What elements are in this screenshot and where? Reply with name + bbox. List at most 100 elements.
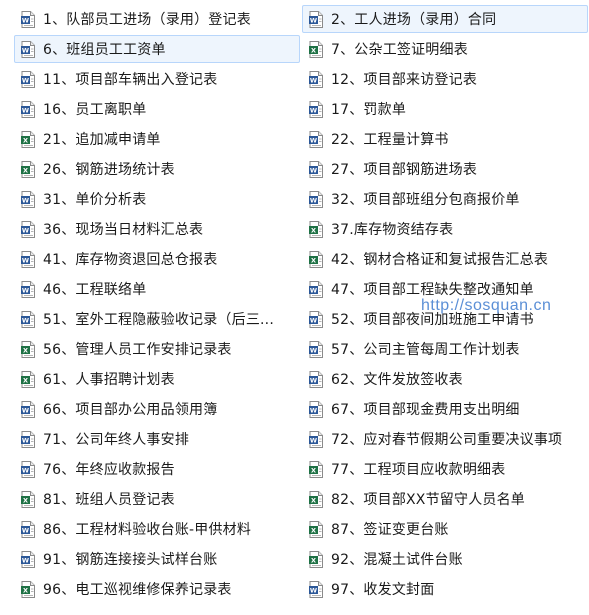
- file-item[interactable]: W 86、工程材料验收台账-甲供材料: [14, 515, 300, 543]
- word-file-icon: W: [309, 310, 323, 328]
- file-item[interactable]: X 77、工程项目应收款明细表: [302, 455, 588, 483]
- file-item[interactable]: W 36、现场当日材料汇总表: [14, 215, 300, 243]
- file-name: 66、项目部办公用品领用簿: [43, 402, 218, 418]
- file-item[interactable]: W 31、单价分析表: [14, 185, 300, 213]
- file-name: 46、工程联络单: [43, 282, 147, 298]
- svg-text:W: W: [22, 106, 29, 114]
- excel-file-icon: X: [21, 160, 35, 178]
- word-file-icon: W: [309, 190, 323, 208]
- svg-text:X: X: [311, 496, 316, 504]
- file-item[interactable]: X 81、班组人员登记表: [14, 485, 300, 513]
- svg-text:W: W: [310, 196, 317, 204]
- excel-file-icon: X: [21, 490, 35, 508]
- word-file-icon: W: [21, 190, 35, 208]
- file-item[interactable]: X 26、钢筋进场统计表: [14, 155, 300, 183]
- svg-text:W: W: [22, 46, 29, 54]
- file-item[interactable]: X 56、管理人员工作安排记录表: [14, 335, 300, 363]
- file-item[interactable]: W 6、班组员工工资单: [14, 35, 300, 63]
- file-item[interactable]: W 46、工程联络单: [14, 275, 300, 303]
- file-item[interactable]: X 92、混凝土试件台账: [302, 545, 588, 573]
- excel-file-icon: X: [309, 220, 323, 238]
- svg-text:W: W: [310, 586, 317, 594]
- svg-text:X: X: [23, 346, 28, 354]
- file-item[interactable]: W 91、钢筋连接接头试样台账: [14, 545, 300, 573]
- file-name: 42、钢材合格证和复试报告汇总表: [331, 252, 549, 268]
- file-name: 1、队部员工进场（录用）登记表: [43, 12, 251, 28]
- word-file-icon: W: [21, 280, 35, 298]
- word-file-icon: W: [309, 160, 323, 178]
- svg-text:W: W: [310, 16, 317, 24]
- word-file-icon: W: [309, 100, 323, 118]
- word-file-icon: W: [309, 280, 323, 298]
- file-name: 26、钢筋进场统计表: [43, 162, 175, 178]
- file-item[interactable]: W 32、项目部班组分包商报价单: [302, 185, 588, 213]
- file-name: 51、室外工程隐蔽验收记录（后三...: [43, 312, 274, 328]
- file-name: 27、项目部钢筋进场表: [331, 162, 478, 178]
- word-file-icon: W: [21, 70, 35, 88]
- word-file-icon: W: [309, 10, 323, 28]
- excel-file-icon: X: [21, 370, 35, 388]
- file-item[interactable]: W 97、收发文封面: [302, 575, 588, 603]
- svg-text:X: X: [23, 496, 28, 504]
- svg-text:W: W: [310, 316, 317, 324]
- svg-text:X: X: [311, 556, 316, 564]
- file-name: 92、混凝土试件台账: [331, 552, 463, 568]
- svg-text:W: W: [310, 166, 317, 174]
- file-name: 77、工程项目应收款明细表: [331, 462, 506, 478]
- file-name: 91、钢筋连接接头试样台账: [43, 552, 218, 568]
- file-item[interactable]: W 76、年终应收款报告: [14, 455, 300, 483]
- file-item[interactable]: W 1、队部员工进场（录用）登记表: [14, 5, 300, 33]
- word-file-icon: W: [21, 520, 35, 538]
- file-name: 96、电工巡视维修保养记录表: [43, 582, 232, 598]
- file-name: 72、应对春节假期公司重要决议事项: [331, 432, 563, 448]
- excel-file-icon: X: [21, 580, 35, 598]
- svg-text:X: X: [311, 46, 316, 54]
- file-item[interactable]: W 17、罚款单: [302, 95, 588, 123]
- file-name: 62、文件发放签收表: [331, 372, 463, 388]
- file-item[interactable]: W 12、项目部来访登记表: [302, 65, 588, 93]
- file-item[interactable]: W 57、公司主管每周工作计划表: [302, 335, 588, 363]
- svg-text:X: X: [311, 256, 316, 264]
- word-file-icon: W: [309, 130, 323, 148]
- svg-text:W: W: [22, 256, 29, 264]
- file-item[interactable]: X 21、追加减申请单: [14, 125, 300, 153]
- file-item[interactable]: W 66、项目部办公用品领用簿: [14, 395, 300, 423]
- svg-text:W: W: [310, 286, 317, 294]
- file-name: 82、项目部XX节留守人员名单: [331, 492, 525, 508]
- file-item[interactable]: X 61、人事招聘计划表: [14, 365, 300, 393]
- file-item[interactable]: W 16、员工离职单: [14, 95, 300, 123]
- file-item[interactable]: W 41、库存物资退回总仓报表: [14, 245, 300, 273]
- svg-text:W: W: [22, 196, 29, 204]
- file-name: 41、库存物资退回总仓报表: [43, 252, 218, 268]
- file-item[interactable]: X 37.库存物资结存表: [302, 215, 588, 243]
- svg-text:W: W: [310, 406, 317, 414]
- svg-text:W: W: [310, 346, 317, 354]
- file-name: 86、工程材料验收台账-甲供材料: [43, 522, 252, 538]
- file-item[interactable]: X 87、签证变更台账: [302, 515, 588, 543]
- file-name: 12、项目部来访登记表: [331, 72, 478, 88]
- file-item[interactable]: W 27、项目部钢筋进场表: [302, 155, 588, 183]
- file-item[interactable]: W 67、项目部现金费用支出明细: [302, 395, 588, 423]
- excel-file-icon: X: [309, 250, 323, 268]
- word-file-icon: W: [21, 40, 35, 58]
- file-name: 87、签证变更台账: [331, 522, 449, 538]
- file-item[interactable]: W 51、室外工程隐蔽验收记录（后三...: [14, 305, 300, 333]
- word-file-icon: W: [309, 340, 323, 358]
- file-item[interactable]: W 11、项目部车辆出入登记表: [14, 65, 300, 93]
- file-name: 17、罚款单: [331, 102, 407, 118]
- file-item[interactable]: W 2、工人进场（录用）合同: [302, 5, 588, 33]
- file-item[interactable]: X 7、公杂工签证明细表: [302, 35, 588, 63]
- svg-text:W: W: [22, 286, 29, 294]
- file-item[interactable]: W 62、文件发放签收表: [302, 365, 588, 393]
- file-item[interactable]: X 82、项目部XX节留守人员名单: [302, 485, 588, 513]
- file-item[interactable]: X 42、钢材合格证和复试报告汇总表: [302, 245, 588, 273]
- excel-file-icon: X: [21, 340, 35, 358]
- svg-text:X: X: [23, 376, 28, 384]
- word-file-icon: W: [21, 430, 35, 448]
- file-item[interactable]: W 22、工程量计算书: [302, 125, 588, 153]
- file-item[interactable]: W 72、应对春节假期公司重要决议事项: [302, 425, 588, 453]
- file-item[interactable]: X 96、电工巡视维修保养记录表: [14, 575, 300, 603]
- word-file-icon: W: [21, 460, 35, 478]
- excel-file-icon: X: [309, 460, 323, 478]
- file-item[interactable]: W 71、公司年终人事安排: [14, 425, 300, 453]
